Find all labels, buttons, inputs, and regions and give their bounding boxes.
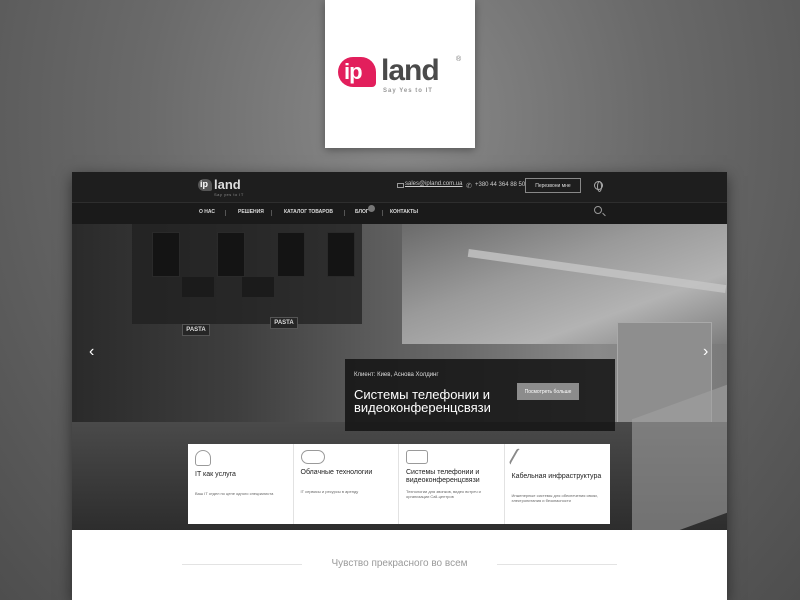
phone-number[interactable]: +380 44 364 88 50 (475, 182, 525, 188)
service-desc: Ваш IT отдел по цене одного специалиста (195, 491, 274, 496)
service-desc: Технологии для звонков, видео встреч и о… (406, 489, 481, 499)
cloud-icon (300, 450, 325, 464)
slider-prev-arrow[interactable]: ‹ (89, 344, 99, 360)
hero-menu-board (217, 232, 245, 277)
site-logo-mark: ip (200, 179, 208, 189)
registered-mark: ® (456, 56, 462, 63)
hero-client: Клиент: Киев, Аснова Холдинг (354, 372, 439, 378)
service-card[interactable]: Кабельная инфраструктура Инженерные сист… (505, 444, 611, 524)
person-icon (195, 450, 211, 466)
hero-menu-board (152, 232, 180, 277)
nav-item-contacts[interactable]: КОНТАКТЫ (390, 209, 418, 215)
site-logo-word[interactable]: land (214, 177, 241, 192)
phone-icon: ✆ (466, 183, 472, 190)
service-card[interactable]: IT как услуга Ваш IT отдел по цене одног… (188, 444, 294, 524)
hero-title: Системы телефонии и видеоконференцсвязи (354, 387, 491, 415)
slider-next-arrow[interactable]: › (703, 344, 713, 360)
callback-button[interactable]: Перезвони мне (525, 178, 581, 193)
site-logo-icon[interactable]: ip (198, 179, 212, 191)
nav-divider (382, 210, 383, 216)
service-title: IT как услуга (195, 471, 236, 478)
hero-pasta-sign: PASTA (270, 317, 298, 329)
hero-pasta-sign: PASTA (182, 324, 210, 336)
hero-menu-board (182, 277, 214, 297)
logo-tagline: Say Yes to IT (383, 88, 433, 94)
cable-icon (507, 447, 530, 471)
search-icon[interactable] (594, 206, 602, 214)
service-title: Облачные технологии (300, 469, 373, 476)
nav-item-catalog[interactable]: КАТАЛОГ ТОВАРОВ (284, 209, 333, 215)
phone-system-icon (406, 450, 428, 464)
service-title: Кабельная инфраструктура (511, 473, 602, 480)
service-title: Системы телефонии и видеоконференцсвязи (406, 469, 480, 484)
nav-item-blog[interactable]: БЛОГ (355, 209, 369, 215)
services-next-arrow[interactable]: › (601, 477, 606, 494)
service-card[interactable]: Системы телефонии и видеоконференцсвязи … (399, 444, 505, 524)
hero-menu-board (327, 232, 355, 277)
ipland-logo-mark: ip (338, 57, 376, 87)
brand-logo-card: ip land ® Say Yes to IT (325, 0, 475, 148)
nav-item-solutions[interactable]: РЕШЕНИЯ (238, 209, 264, 215)
hero-menu-board (242, 277, 274, 297)
logo-word: land (381, 54, 440, 87)
nav-divider (225, 210, 226, 216)
globe-icon[interactable] (594, 181, 603, 192)
mail-icon (397, 183, 404, 188)
site-tagline: Чувство прекрасного во всем (331, 558, 468, 569)
services-strip: IT как услуга Ваш IT отдел по цене одног… (188, 444, 610, 524)
hero-menu-board (277, 232, 305, 277)
logo-mark-text: ip (344, 59, 363, 84)
blog-badge (368, 205, 375, 212)
email-link[interactable]: sales@ipland.com.ua (405, 181, 462, 187)
see-more-button[interactable]: Посмотреть больше (517, 383, 579, 400)
service-desc: Инженерные системы для обеспечения связи… (511, 493, 598, 503)
service-desc: IT сервисы и ресурсы в аренду (300, 489, 359, 494)
nav-divider (271, 210, 272, 216)
service-card[interactable]: Облачные технологии IT сервисы и ресурсы… (294, 444, 399, 524)
nav-divider (344, 210, 345, 216)
site-logo-tagline: Say yes to IT (214, 192, 244, 197)
nav-item-about[interactable]: О НАС (199, 209, 215, 215)
website-mockup: ip land Say yes to IT sales@ipland.com.u… (72, 172, 727, 600)
